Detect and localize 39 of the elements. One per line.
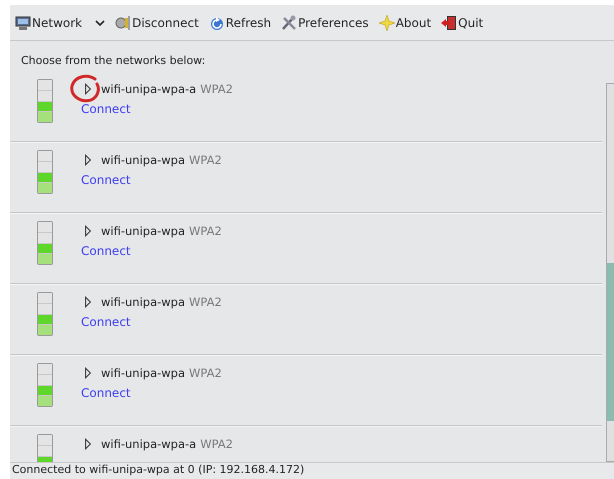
toolbar-button[interactable]: Disconnect xyxy=(114,12,200,32)
network-name: wifi-unipa-wpa-a xyxy=(101,82,196,96)
security-label: WPA2 xyxy=(200,82,233,96)
security-label: WPA2 xyxy=(200,437,233,451)
security-label: WPA2 xyxy=(189,224,222,238)
security-label: WPA2 xyxy=(189,153,222,167)
toolbar-button[interactable]: Refresh xyxy=(208,12,272,32)
connect-link[interactable]: Connect xyxy=(81,244,131,258)
star-icon xyxy=(378,14,395,30)
network-name: wifi-unipa-wpa xyxy=(101,366,186,380)
expand-arrow-icon[interactable] xyxy=(84,296,92,308)
expand-arrow-icon[interactable] xyxy=(84,225,92,237)
expand-arrow-icon[interactable] xyxy=(84,438,92,450)
network-name: wifi-unipa-wpa-a xyxy=(101,437,196,451)
connect-link[interactable]: Connect xyxy=(81,173,131,187)
connect-link[interactable]: Connect xyxy=(81,386,131,400)
computer-icon xyxy=(15,14,31,30)
network-name: wifi-unipa-wpa xyxy=(101,153,186,167)
network-name: wifi-unipa-wpa xyxy=(101,295,186,309)
expand-arrow-icon[interactable] xyxy=(84,154,92,166)
security-label: WPA2 xyxy=(189,366,222,380)
status-bar: Connected to wifi-unipa-wpa at 0 (IP: 192.168.4.172) xyxy=(10,462,614,479)
refresh-icon xyxy=(208,14,225,30)
toolbar-button[interactable]: Network xyxy=(14,12,106,32)
security-label: WPA2 xyxy=(189,295,222,309)
expand-arrow-icon[interactable] xyxy=(84,367,92,379)
connect-link[interactable]: Connect xyxy=(81,315,131,329)
scrollbar[interactable] xyxy=(606,83,614,462)
tools-icon xyxy=(281,14,298,30)
toolbar-button[interactable]: Quit xyxy=(440,12,484,32)
caret-icon xyxy=(95,18,106,26)
connect-link[interactable]: Connect xyxy=(81,102,131,116)
exit-door-icon xyxy=(441,14,458,30)
toolbar-button[interactable]: About xyxy=(378,12,432,32)
plug-icon xyxy=(115,14,132,30)
instruction-text: Choose from the networks below: xyxy=(20,53,206,67)
network-name: wifi-unipa-wpa xyxy=(101,224,186,238)
expand-arrow-icon[interactable] xyxy=(84,83,92,95)
toolbar-button[interactable]: Preferences xyxy=(280,12,370,32)
